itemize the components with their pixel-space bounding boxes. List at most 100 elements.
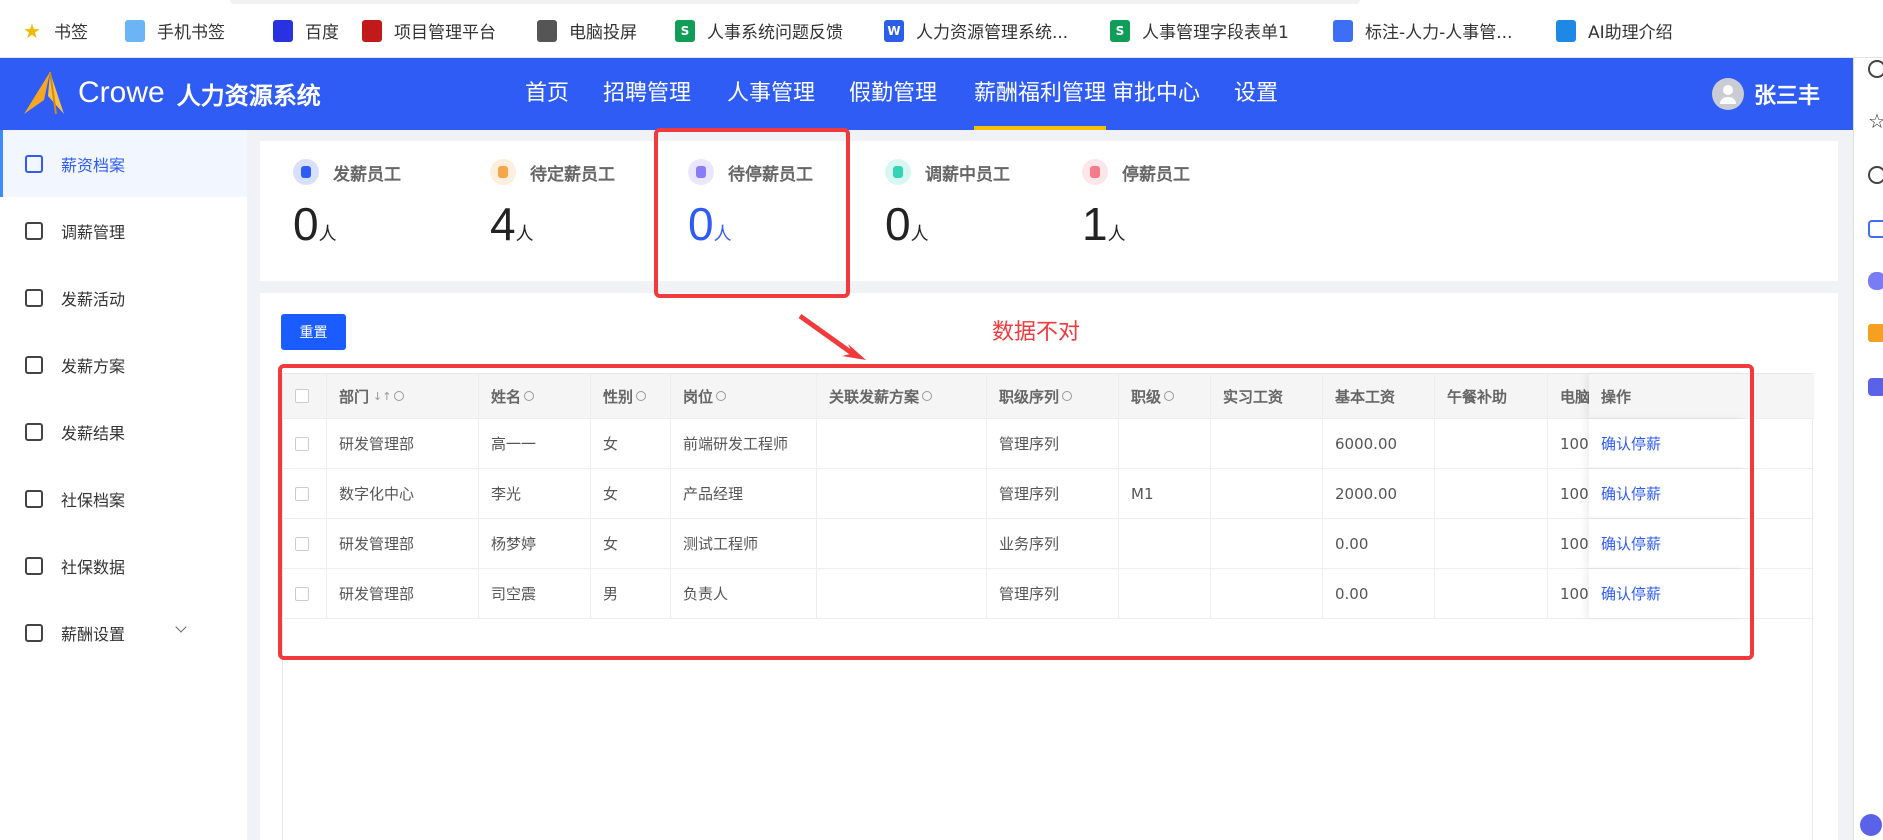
bookmark-label: 书签 (54, 23, 88, 43)
top-header: Crowe 人力资源系统 张三丰 首页 招聘管理 人事管理 假勤管理 薪酬福利管理 审批中… (0, 58, 1853, 130)
menu-icon (25, 422, 43, 441)
stat-value: 4 (490, 198, 516, 250)
nav-item[interactable]: 审批中心 (1112, 58, 1200, 130)
history-icon[interactable] (1868, 166, 1883, 184)
tab-strip (230, 0, 1360, 4)
sidebar-item-label: 调薪管理 (61, 222, 126, 242)
bookmark-label: 百度 (305, 23, 339, 43)
stat-item[interactable]: 停薪员工 1人 (1082, 159, 1190, 251)
stat-value: 1 (1082, 198, 1108, 250)
nav-item[interactable]: 首页 (525, 58, 569, 130)
stat-icon (490, 159, 516, 185)
logo[interactable]: Crowe 人力资源系统 (20, 70, 321, 116)
stat-item[interactable]: 发薪员工 0人 (293, 159, 401, 251)
stat-value: 0 (885, 198, 911, 250)
sidebar-item[interactable]: 发薪方案 (0, 331, 247, 398)
sidebar-item-label: 发薪活动 (61, 289, 126, 309)
bookmark-label: 人事系统问题反馈 (707, 23, 843, 43)
cast-icon (537, 19, 557, 42)
chevron-down-icon[interactable] (175, 621, 187, 633)
stat-icon (293, 159, 319, 185)
bookmarks-bar: ★ 书签 手机书签 百度 项目管理平台 电脑投屏 S 人事系统问题反馈 W 人力资源管理系统...… (0, 0, 1883, 58)
translate-float-icon[interactable] (1860, 814, 1882, 836)
bookmark-item[interactable]: S 人事管理字段表单1 (1110, 18, 1289, 43)
bookmark-label: 标注-人力-人事管... (1365, 23, 1513, 43)
menu-icon (25, 221, 43, 240)
user-menu[interactable]: 张三丰 (1712, 78, 1820, 110)
stat-icon (1082, 159, 1108, 185)
annotation-arrow-icon (798, 313, 866, 360)
game-icon[interactable] (1868, 272, 1883, 290)
stat-unit: 人 (318, 224, 337, 244)
stat-unit: 人 (1107, 224, 1126, 244)
sidebar-item[interactable]: 社保数据 (0, 532, 247, 599)
bookmark-label: 人事管理字段表单1 (1142, 23, 1289, 43)
nav-item[interactable]: 假勤管理 (849, 58, 937, 130)
sidebar-item-label: 社保档案 (61, 490, 126, 510)
sidebar-item-label: 薪酬设置 (61, 624, 126, 644)
doc-icon (1556, 19, 1576, 42)
bookmark-item[interactable]: 项目管理平台 (362, 18, 496, 43)
stat-label: 发薪员工 (333, 164, 401, 185)
stat-unit: 人 (910, 224, 929, 244)
monster-icon (1333, 19, 1353, 42)
redmine-icon (362, 19, 382, 42)
bookmark-item[interactable]: ★ 书签 (22, 18, 88, 44)
sidebar-item[interactable]: 薪酬设置 (0, 599, 247, 666)
translate-icon[interactable] (1868, 378, 1883, 396)
nav-item[interactable]: 招聘管理 (603, 58, 691, 130)
browser-side-panel: ☆ (1853, 58, 1883, 840)
ai-icon[interactable] (1868, 220, 1883, 238)
nav-item[interactable]: 设置 (1234, 58, 1278, 130)
bookmark-item[interactable]: 百度 (273, 18, 339, 43)
search-icon[interactable] (1868, 60, 1883, 78)
stat-label: 待定薪员工 (530, 164, 615, 185)
menu-icon (25, 556, 43, 575)
baidu-paw-icon (273, 19, 293, 42)
avatar (1712, 78, 1744, 110)
bookmark-label: 项目管理平台 (394, 23, 496, 43)
sidebar-item[interactable]: 发薪活动 (0, 264, 247, 331)
annotation-box-stat (654, 128, 850, 298)
stat-item[interactable]: 待定薪员工 4人 (490, 159, 615, 251)
sidebar-item-label: 发薪方案 (61, 356, 126, 376)
sheet-icon: S (1110, 19, 1130, 42)
stat-unit: 人 (515, 224, 534, 244)
menu-icon (25, 623, 43, 642)
bookmark-label: 电脑投屏 (569, 23, 637, 43)
nav-item[interactable]: 薪酬福利管理 (974, 58, 1107, 130)
stat-item[interactable]: 调薪中员工 0人 (885, 159, 1010, 251)
phone-icon (125, 19, 145, 42)
menu-icon (25, 288, 43, 307)
star-icon[interactable]: ☆ (1868, 111, 1883, 131)
annotation-box-table (278, 364, 1754, 660)
bookmark-item[interactable]: AI助理介绍 (1556, 18, 1673, 43)
star-icon: ★ (23, 18, 41, 43)
sidebar-item[interactable]: 社保档案 (0, 465, 247, 532)
menu-icon (25, 355, 43, 374)
bookmark-label: 人力资源管理系统... (916, 23, 1069, 43)
bookmark-item[interactable]: 标注-人力-人事管... (1333, 18, 1512, 43)
nav-item[interactable]: 人事管理 (727, 58, 815, 130)
toolbox-icon[interactable] (1868, 324, 1883, 342)
bookmark-item[interactable]: 电脑投屏 (537, 18, 637, 43)
word-doc-icon: W (884, 19, 904, 42)
bookmark-item[interactable]: W 人力资源管理系统... (884, 18, 1068, 43)
bookmark-item[interactable]: S 人事系统问题反馈 (675, 18, 843, 43)
bookmark-label: AI助理介绍 (1588, 23, 1673, 43)
brand-name: Crowe (78, 76, 165, 109)
sidebar-item-label: 社保数据 (61, 557, 126, 577)
annotation-note: 数据不对 (992, 320, 1081, 345)
sidebar-item[interactable]: 发薪结果 (0, 398, 247, 465)
stats-card: 发薪员工 0人 待定薪员工 4人 待停薪员工 0人 调薪中员工 0人 停薪员工 1人 (260, 141, 1838, 281)
sidebar-item-label: 薪资档案 (61, 155, 126, 175)
sidebar-item-label: 发薪结果 (61, 423, 126, 443)
user-name: 张三丰 (1754, 84, 1821, 109)
stat-icon (885, 159, 911, 185)
bookmark-label: 手机书签 (157, 23, 225, 43)
sidebar-item[interactable]: 薪资档案 (0, 130, 247, 197)
crowe-logo-icon (24, 71, 64, 115)
bookmark-item[interactable]: 手机书签 (125, 18, 225, 43)
reset-button[interactable]: 重置 (281, 314, 346, 350)
sidebar-item[interactable]: 调薪管理 (0, 197, 247, 264)
